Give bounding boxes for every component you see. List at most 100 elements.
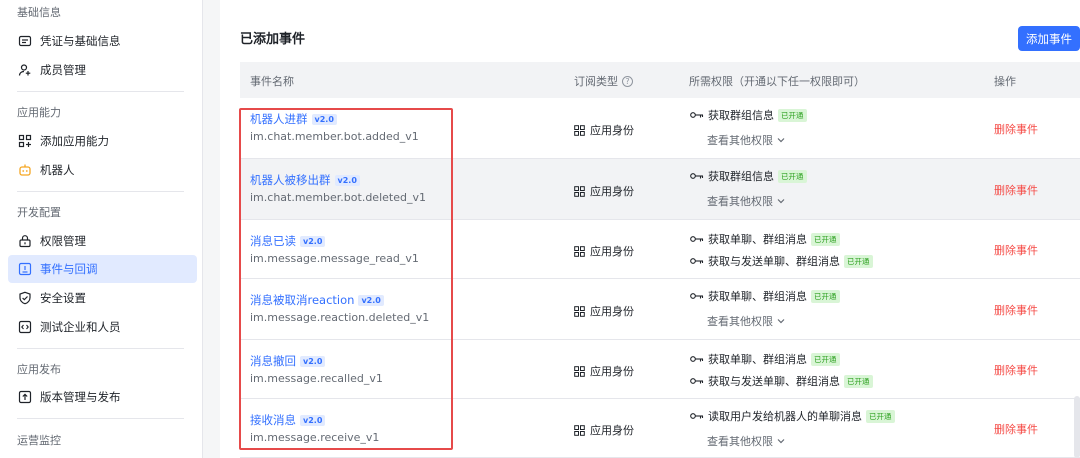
view-more-permissions[interactable]: 查看其他权限	[707, 313, 785, 329]
event-id: im.chat.member.bot.deleted_v1	[250, 191, 426, 204]
permission-item: 获取与发送单聊、群组消息 已开通	[690, 253, 873, 269]
chevron-down-icon	[773, 136, 785, 144]
enabled-badge: 已开通	[778, 169, 807, 183]
event-name: 机器人被移出群 v2.0	[250, 172, 360, 188]
event-link[interactable]: 消息撤回	[250, 353, 296, 369]
version-badge: v2.0	[300, 355, 326, 367]
key-icon	[690, 355, 708, 363]
event-link[interactable]: 消息被取消reaction	[250, 292, 354, 308]
table-row: 机器人被移出群 v2.0 im.chat.member.bot.deleted_v1…	[240, 159, 1080, 220]
help-icon[interactable]: ?	[622, 75, 633, 87]
subscribe-type: 应用身份	[574, 303, 634, 319]
sidebar-item-id-card[interactable]: 凭证与基础信息	[8, 27, 197, 55]
col-event-name: 事件名称	[250, 75, 294, 88]
version-badge: v2.0	[311, 113, 337, 125]
event-name: 消息被取消reaction v2.0	[250, 292, 384, 308]
view-more-label: 查看其他权限	[707, 195, 773, 208]
sidebar-item-label: 添加应用能力	[40, 134, 109, 148]
permission-label: 获取单聊、群组消息	[708, 353, 807, 366]
add-event-button[interactable]: 添加事件	[1018, 26, 1080, 51]
sidebar-item-code[interactable]: 测试企业和人员	[8, 313, 197, 341]
subscribe-type: 应用身份	[574, 122, 634, 138]
delete-event-button[interactable]: 删除事件	[994, 182, 1038, 198]
key-icon	[690, 172, 708, 180]
key-icon	[690, 377, 708, 385]
grid-icon	[574, 424, 590, 436]
sidebar-section-title: 基础信息	[17, 6, 61, 19]
col-subscribe-type: 订阅类型 ?	[574, 73, 633, 89]
sidebar-item-user-add[interactable]: 成员管理	[8, 56, 197, 84]
event-icon	[18, 262, 32, 276]
event-name: 消息撤回 v2.0	[250, 353, 326, 369]
table-row: 消息已读 v2.0 im.message.message_read_v1 应用身份 获取…	[240, 220, 1080, 279]
event-link[interactable]: 机器人进群	[250, 111, 308, 127]
event-link[interactable]: 机器人被移出群	[250, 172, 331, 188]
id-card-icon	[18, 34, 32, 48]
permission-label: 获取群组信息	[708, 109, 774, 122]
sidebar-section-title: 运营监控	[17, 434, 61, 447]
view-more-permissions[interactable]: 查看其他权限	[707, 193, 785, 209]
sidebar-item-label: 权限管理	[40, 234, 86, 248]
key-icon	[690, 292, 708, 300]
col-action: 操作	[994, 75, 1016, 88]
version-badge: v2.0	[300, 414, 326, 426]
sidebar-item-event[interactable]: 事件与回调	[8, 255, 197, 283]
view-more-permissions[interactable]: 查看其他权限	[707, 433, 785, 449]
sidebar-item-upload[interactable]: 版本管理与发布	[8, 383, 197, 411]
delete-event-button[interactable]: 删除事件	[994, 242, 1038, 258]
table-row: 机器人进群 v2.0 im.chat.member.bot.added_v1 应用身份…	[240, 98, 1080, 159]
delete-event-button[interactable]: 删除事件	[994, 421, 1038, 437]
chevron-down-icon	[773, 317, 785, 325]
subscribe-type-label: 应用身份	[590, 185, 634, 198]
key-icon	[690, 111, 708, 119]
enabled-badge: 已开通	[811, 232, 840, 246]
subscribe-type: 应用身份	[574, 422, 634, 438]
sidebar-item-robot[interactable]: 机器人	[8, 156, 197, 184]
subscribe-type: 应用身份	[574, 183, 634, 199]
permission-item: 获取单聊、群组消息 已开通	[690, 351, 840, 367]
permission-label: 获取与发送单聊、群组消息	[708, 255, 840, 268]
version-badge: v2.0	[300, 235, 326, 247]
sidebar-section-title: 应用发布	[17, 363, 61, 376]
permission-item: 读取用户发给机器人的单聊消息 已开通	[690, 408, 895, 424]
delete-event-button[interactable]: 删除事件	[994, 121, 1038, 137]
permission-item: 获取与发送单聊、群组消息 已开通	[690, 373, 873, 389]
robot-icon	[18, 163, 32, 177]
chevron-down-icon	[773, 197, 785, 205]
sidebar-section-title: 开发配置	[17, 206, 61, 219]
col-permissions: 所需权限（开通以下任一权限即可）	[689, 75, 865, 88]
event-id: im.message.recalled_v1	[250, 372, 383, 385]
grid-icon	[574, 245, 590, 257]
view-more-label: 查看其他权限	[707, 435, 773, 448]
scrollbar[interactable]	[1074, 396, 1080, 458]
permission-label: 获取与发送单聊、群组消息	[708, 375, 840, 388]
subscribe-type: 应用身份	[574, 363, 634, 379]
grid-icon	[574, 305, 590, 317]
user-add-icon	[18, 63, 32, 77]
enabled-badge: 已开通	[778, 108, 807, 122]
delete-event-button[interactable]: 删除事件	[994, 362, 1038, 378]
grid-icon	[574, 365, 590, 377]
grid-icon	[574, 185, 590, 197]
event-link[interactable]: 消息已读	[250, 233, 296, 249]
sidebar-item-label: 成员管理	[40, 63, 86, 77]
lock-icon	[18, 234, 32, 248]
enabled-badge: 已开通	[844, 374, 873, 388]
sidebar-divider	[17, 91, 184, 92]
upload-icon	[18, 390, 32, 404]
sidebar-item-lock[interactable]: 权限管理	[8, 227, 197, 255]
subscribe-type-label: 应用身份	[590, 424, 634, 437]
main-panel: 已添加事件 添加事件 事件名称 订阅类型 ? 所需权限（开通以下任一权限即可） …	[220, 0, 1080, 458]
version-badge: v2.0	[334, 174, 360, 186]
view-more-permissions[interactable]: 查看其他权限	[707, 132, 785, 148]
sidebar-item-shield[interactable]: 安全设置	[8, 284, 197, 312]
permission-item: 获取群组信息 已开通	[690, 168, 807, 184]
sidebar-item-label: 机器人	[40, 163, 75, 177]
enabled-badge: 已开通	[866, 409, 895, 423]
event-link[interactable]: 接收消息	[250, 412, 296, 428]
version-badge: v2.0	[358, 294, 384, 306]
delete-event-button[interactable]: 删除事件	[994, 302, 1038, 318]
sidebar-divider	[17, 348, 184, 349]
view-more-label: 查看其他权限	[707, 315, 773, 328]
sidebar-item-grid-add[interactable]: 添加应用能力	[8, 127, 197, 155]
